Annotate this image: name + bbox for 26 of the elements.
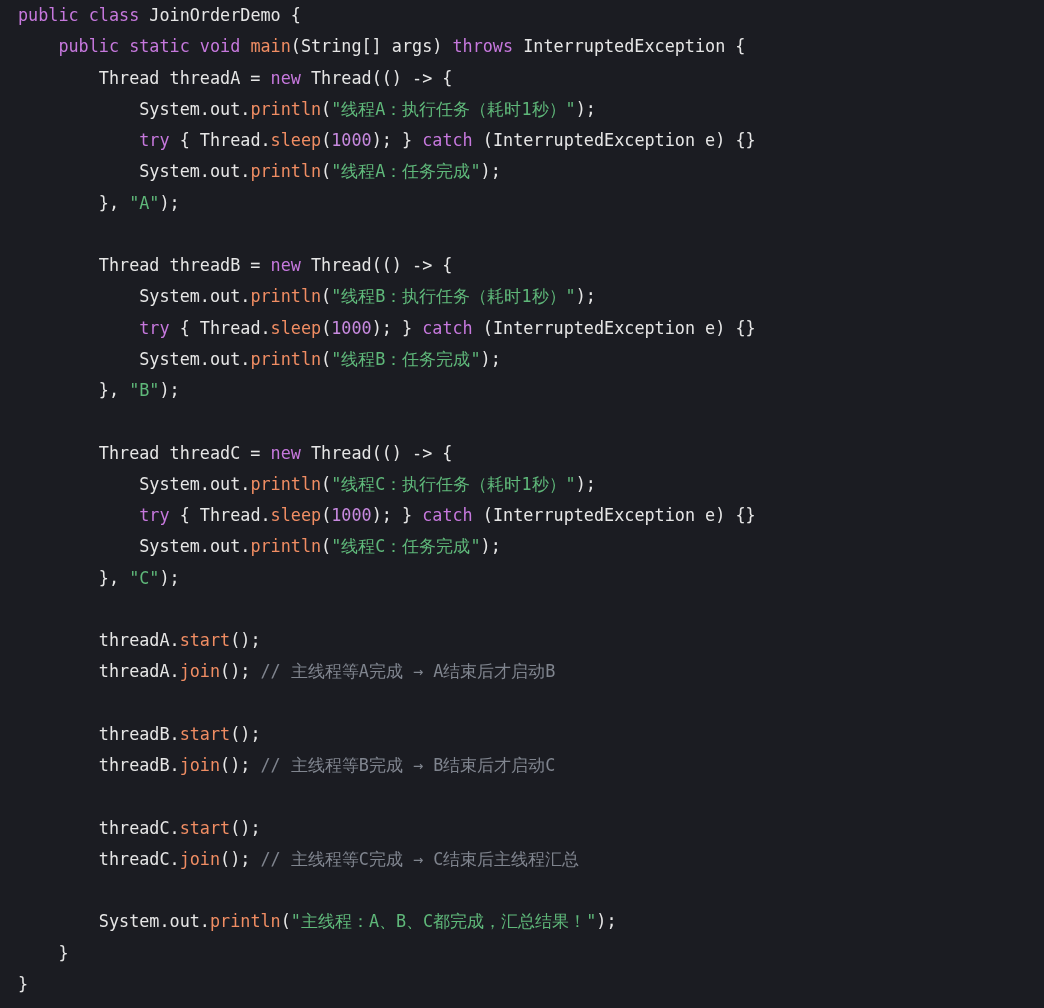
code-line: Thread threadA = new Thread(() -> { [97, 66, 453, 90]
code-line: }, "C"); [97, 566, 180, 590]
code-line: Thread threadC = new Thread(() -> { [97, 441, 453, 465]
code-line: threadB.start(); [97, 722, 261, 746]
code-line: System.out.println("线程B：执行任务（耗时1秒）"); [138, 285, 596, 309]
code-line: threadB.join(); // 主线程等B完成 → B结束后才启动C [97, 754, 556, 777]
code-line: } [18, 972, 29, 996]
code-line: public static void main(String[] args) throws InterruptedException { [57, 35, 746, 59]
code-line: Thread threadB = new Thread(() -> { [97, 254, 453, 277]
code-line: try { Thread.sleep(1000); } catch (InterruptedException e) {} [138, 316, 756, 340]
code-line: System.out.println("主线程：A、B、C都完成，汇总结果！"); [97, 910, 617, 934]
code-line: threadC.join(); // 主线程等C完成 → C结束后主线程汇总 [97, 847, 580, 871]
code-line: System.out.println("线程C：执行任务（耗时1秒）"); [138, 472, 596, 496]
code-line: threadA.join(); // 主线程等A完成 → A结束后才启动B [97, 660, 556, 684]
code-line: System.out.println("线程C：任务完成"); [138, 535, 501, 559]
code-line: System.out.println("线程A：任务完成"); [138, 160, 501, 184]
code-line: } [57, 941, 69, 965]
code-line: System.out.println("线程A：执行任务（耗时1秒）"); [138, 97, 596, 121]
code-line: }, "A"); [97, 191, 180, 215]
code-line: threadC.start(); [97, 816, 261, 840]
code-line: try { Thread.sleep(1000); } catch (InterruptedException e) {} [138, 504, 756, 527]
code-line: public class JoinOrderDemo { [18, 4, 301, 27]
code-line: threadA.start(); [97, 629, 261, 652]
code-line: }, "B"); [97, 379, 180, 402]
code-line: try { Thread.sleep(1000); } catch (InterruptedException e) {} [138, 129, 756, 152]
code-line: System.out.println("线程B：任务完成"); [138, 347, 501, 371]
